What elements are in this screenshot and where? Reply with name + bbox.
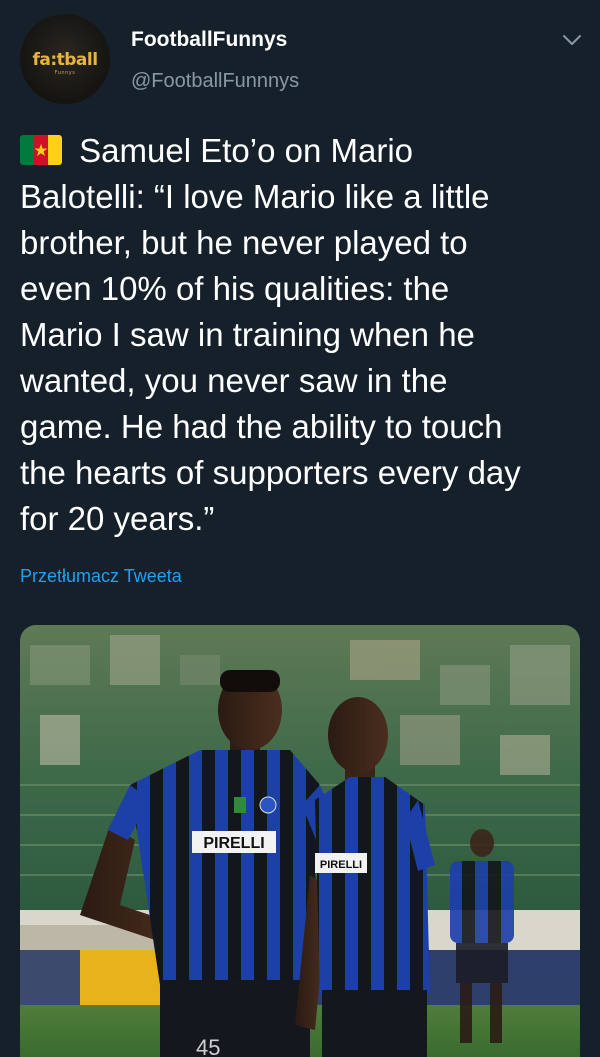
chevron-down-icon[interactable] bbox=[560, 28, 584, 52]
tweet-text: Samuel Eto’o on Mario Balotelli: “I love… bbox=[20, 128, 586, 542]
sponsor-right: PIRELLI bbox=[320, 859, 362, 871]
avatar[interactable]: fa:tball Funnys bbox=[20, 14, 110, 104]
tweet: fa:tball Funnys FootballFunnys @Football… bbox=[0, 0, 600, 1057]
avatar-logo-sub: Funnys bbox=[54, 70, 76, 76]
sponsor-left: PIRELLI bbox=[203, 835, 264, 852]
author-handle[interactable]: @FootballFunnnys bbox=[131, 70, 299, 93]
tweet-header: fa:tball Funnys FootballFunnys @Football… bbox=[0, 0, 600, 110]
cameroon-flag-icon bbox=[20, 135, 62, 165]
translate-tweet-link[interactable]: Przetłumacz Tweeta bbox=[20, 566, 182, 587]
tweet-photo[interactable]: PIRELLI 45 PIRELLI bbox=[20, 625, 580, 1057]
tweet-body: Samuel Eto’o on Mario Balotelli: “I love… bbox=[20, 132, 521, 537]
shorts-number: 45 bbox=[196, 1035, 220, 1057]
avatar-logo: fa:tball bbox=[32, 50, 98, 70]
author-display-name[interactable]: FootballFunnys bbox=[131, 28, 287, 52]
